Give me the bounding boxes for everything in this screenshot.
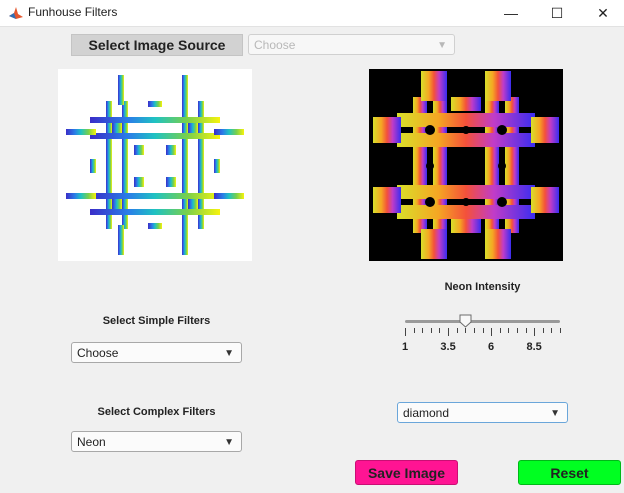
maximize-button[interactable]: ☐ [534,0,580,26]
chevron-down-icon: ▼ [437,40,447,51]
filtered-image [369,69,563,261]
reset-button[interactable]: Reset [518,460,621,485]
slider-tick [413,328,415,333]
title-bar: Funhouse Filters — ☐ ✕ [0,0,624,26]
slider-tick [405,328,406,336]
slider-tick [448,328,450,336]
neon-pattern-dropdown-value: diamond [403,405,450,420]
slider-tick [525,328,527,333]
chevron-down-icon: ▼ [550,408,560,419]
slider-tick [456,328,458,333]
neon-pattern-dropdown[interactable]: diamond ▼ [397,402,568,423]
slider-tick [491,328,493,336]
matlab-logo-icon [9,7,23,19]
slider-tick [534,328,536,336]
save-image-button[interactable]: Save Image [355,460,458,485]
slider-tick [499,328,501,333]
slider-tick [430,328,432,333]
slider-tick-label: 3.5 [440,341,456,353]
complex-filters-dropdown-value: Neon [77,434,106,449]
slider-tick [542,328,544,333]
slider-tick [422,328,424,333]
slider-tick [473,328,475,333]
slider-tick [465,328,467,333]
select-image-source-button[interactable]: Select Image Source [71,34,243,56]
slider-tick [551,328,553,333]
image-source-dropdown[interactable]: Choose ▼ [248,34,455,55]
close-button[interactable]: ✕ [580,0,624,26]
minimize-button[interactable]: — [488,0,534,26]
slider-tick-label: 1 [401,341,409,353]
slider-tick [516,328,518,333]
slider-tick-label: 8.5 [526,341,542,353]
simple-filters-dropdown[interactable]: Choose ▼ [71,342,242,363]
complex-filters-label: Select Complex Filters [97,406,216,418]
slider-tick [508,328,510,333]
simple-filters-label: Select Simple Filters [102,315,211,327]
original-image [58,69,252,261]
simple-filters-dropdown-value: Choose [77,345,119,360]
complex-filters-dropdown[interactable]: Neon ▼ [71,431,242,452]
image-source-dropdown-value: Choose [254,37,296,52]
slider-tick [439,328,441,333]
chevron-down-icon: ▼ [224,348,234,359]
slider-tick-label: 6 [488,341,495,353]
slider-thumb-handle[interactable] [459,314,472,328]
chevron-down-icon: ▼ [224,437,234,448]
slider-tick [482,328,484,333]
window-title: Funhouse Filters [28,5,118,19]
neon-intensity-label: Neon Intensity [444,281,521,293]
slider-tick [560,328,561,333]
neon-intensity-slider[interactable] [405,320,560,323]
